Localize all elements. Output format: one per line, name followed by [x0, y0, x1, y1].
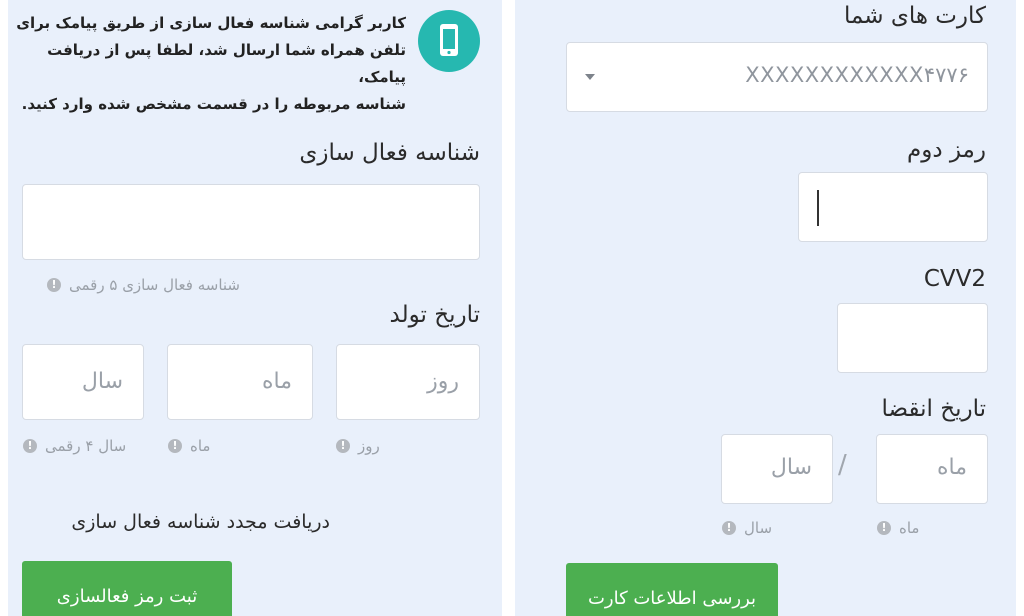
activation-code-label: شناسه فعال سازی	[299, 140, 480, 166]
activation-panel: کاربر گرامی شناسه فعال سازی از طریق پیام…	[8, 0, 502, 616]
card-select-value: XXXXXXXXXXXX۴۷۷۶	[745, 63, 969, 87]
caret-down-icon	[585, 74, 595, 80]
birth-day-placeholder: روز	[427, 369, 459, 394]
info-icon: !	[722, 521, 736, 535]
birth-year-input[interactable]: سال	[22, 344, 144, 420]
cards-label: کارت های شما	[843, 3, 986, 29]
sms-notice-line: تلفن همراه شما ارسال شد، لطفا پس از دریا…	[47, 41, 406, 86]
birth-day-hint-text: روز	[358, 437, 380, 455]
expiry-month-placeholder: ماه	[936, 455, 967, 480]
birth-year-placeholder: سال	[81, 369, 123, 394]
sms-notice-message: کاربر گرامی شناسه فعال سازی از طریق پیام…	[16, 10, 406, 118]
submit-activation-button[interactable]: ثبت رمز فعالسازی	[22, 561, 232, 616]
expiry-separator: /	[838, 450, 847, 480]
expiry-month-hint-text: ماه	[899, 519, 920, 537]
info-icon: !	[168, 439, 182, 453]
mobile-phone-icon	[418, 10, 480, 72]
cvv2-input[interactable]	[837, 303, 988, 373]
birth-year-hint-text: سال ۴ رقمی	[45, 437, 127, 455]
expiry-year-hint: سال !	[722, 519, 772, 537]
resend-activation-link[interactable]: دریافت مجدد شناسه فعال سازی	[71, 511, 330, 533]
second-password-input[interactable]	[798, 172, 988, 242]
birth-month-input[interactable]: ماه	[167, 344, 313, 420]
expiry-date-label: تاریخ انقضا	[881, 396, 986, 422]
birth-month-hint: ماه !	[168, 437, 210, 455]
info-icon: !	[23, 439, 37, 453]
sms-notice-line: کاربر گرامی شناسه فعال سازی از طریق پیام…	[16, 14, 406, 32]
cvv2-label: CVV2	[923, 266, 986, 292]
birth-year-hint: سال ۴ رقمی !	[23, 437, 126, 455]
sms-notice-line: شناسه مربوطه را در قسمت مشخص شده وارد کن…	[21, 95, 406, 113]
info-icon: !	[877, 521, 891, 535]
birth-day-hint: روز !	[336, 437, 380, 455]
info-icon: !	[336, 439, 350, 453]
birth-date-label: تاریخ تولد	[389, 302, 480, 328]
card-info-panel: کارت های شما XXXXXXXXXXXX۴۷۷۶ رمز دوم CV…	[515, 0, 1016, 616]
activation-code-hint-text: شناسه فعال سازی ۵ رقمی	[69, 276, 240, 294]
activation-code-input[interactable]	[22, 184, 480, 260]
card-select[interactable]: XXXXXXXXXXXX۴۷۷۶	[566, 42, 988, 112]
birth-day-input[interactable]: روز	[336, 344, 480, 420]
activation-code-hint: شناسه فعال سازی ۵ رقمی !	[47, 276, 240, 294]
expiry-year-hint-text: سال	[744, 519, 773, 537]
second-password-label: رمز دوم	[906, 137, 986, 163]
text-cursor	[817, 190, 819, 226]
info-icon: !	[47, 278, 61, 292]
check-card-button[interactable]: بررسی اطلاعات کارت	[566, 563, 778, 616]
birth-month-placeholder: ماه	[261, 369, 292, 394]
expiry-year-placeholder: سال	[770, 455, 812, 480]
expiry-month-hint: ماه !	[877, 519, 919, 537]
birth-month-hint-text: ماه	[190, 437, 211, 455]
expiry-month-input[interactable]: ماه	[876, 434, 988, 504]
expiry-year-input[interactable]: سال	[721, 434, 833, 504]
